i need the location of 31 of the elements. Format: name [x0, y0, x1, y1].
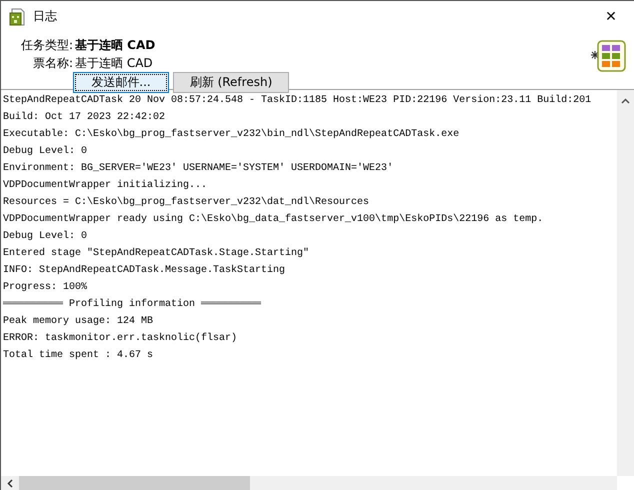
scroll-up-icon[interactable]	[621, 98, 630, 104]
log-line: Debug Level: 0	[3, 144, 88, 159]
field-label: 票名称:	[32, 54, 73, 72]
log-line: VDPDocumentWrapper ready using C:\Esko\bg_data_fastserver_v100\tmp\EskoPIDs\22196 as temp.	[3, 212, 544, 227]
field-value: 基于连晒 CAD	[75, 54, 153, 72]
scrollbar-thumb[interactable]	[19, 476, 250, 490]
field-value: 基于连晒 CAD	[75, 36, 156, 54]
window-title: 日志	[33, 8, 57, 25]
log-line: Environment: BG_SERVER='WE23' USERNAME='SYSTEM' USERDOMAIN='WE23'	[3, 162, 394, 176]
horizontal-scrollbar[interactable]	[1, 476, 617, 490]
log-line: Executable: C:\Esko\bg_prog_fastserver_v232\bin_ndl\StepAndRepeatCADTask.exe	[3, 128, 460, 142]
log-line: StepAndRepeatCADTask 20 Nov 08:57:24.548 - TaskID:1185 Host:WE23 PID:22196 Version:23.11 Build:201	[3, 94, 592, 108]
close-button[interactable]: ✕	[588, 2, 634, 32]
log-line: Entered stage "StepAndRepeatCADTask.Stage.Starting"	[3, 246, 310, 261]
log-line: INFO: StepAndRepeatCADTask.Message.TaskStarting	[3, 264, 286, 278]
log-line: Build: Oct 17 2023 22:42:02	[3, 110, 166, 125]
log-line: Total time spent : 4.67 s	[3, 348, 154, 363]
log-line: Progress: 100%	[3, 281, 88, 295]
log-line: Resources = C:\Esko\bg_prog_fastserver_v232\dat_ndl\Resources	[3, 196, 370, 210]
scroll-left-icon[interactable]	[7, 478, 13, 488]
app-icon	[9, 8, 25, 26]
log-line: VDPDocumentWrapper initializing...	[3, 178, 208, 193]
action-button[interactable]: 刷新 (Refresh)	[173, 72, 289, 93]
log-line: Peak memory usage: 124 MB	[3, 314, 154, 329]
action-button[interactable]: 发送邮件...	[73, 72, 169, 93]
log-line: ══════════ Profiling information ══════════	[3, 298, 262, 312]
log-line: ERROR: taskmonitor.err.tasknolic(flsar)	[3, 332, 238, 346]
vertical-scrollbar[interactable]	[617, 90, 634, 476]
field-label: 任务类型:	[20, 36, 73, 54]
puzzle-grid-icon	[590, 40, 626, 72]
log-line: Debug Level: 0	[3, 230, 88, 244]
